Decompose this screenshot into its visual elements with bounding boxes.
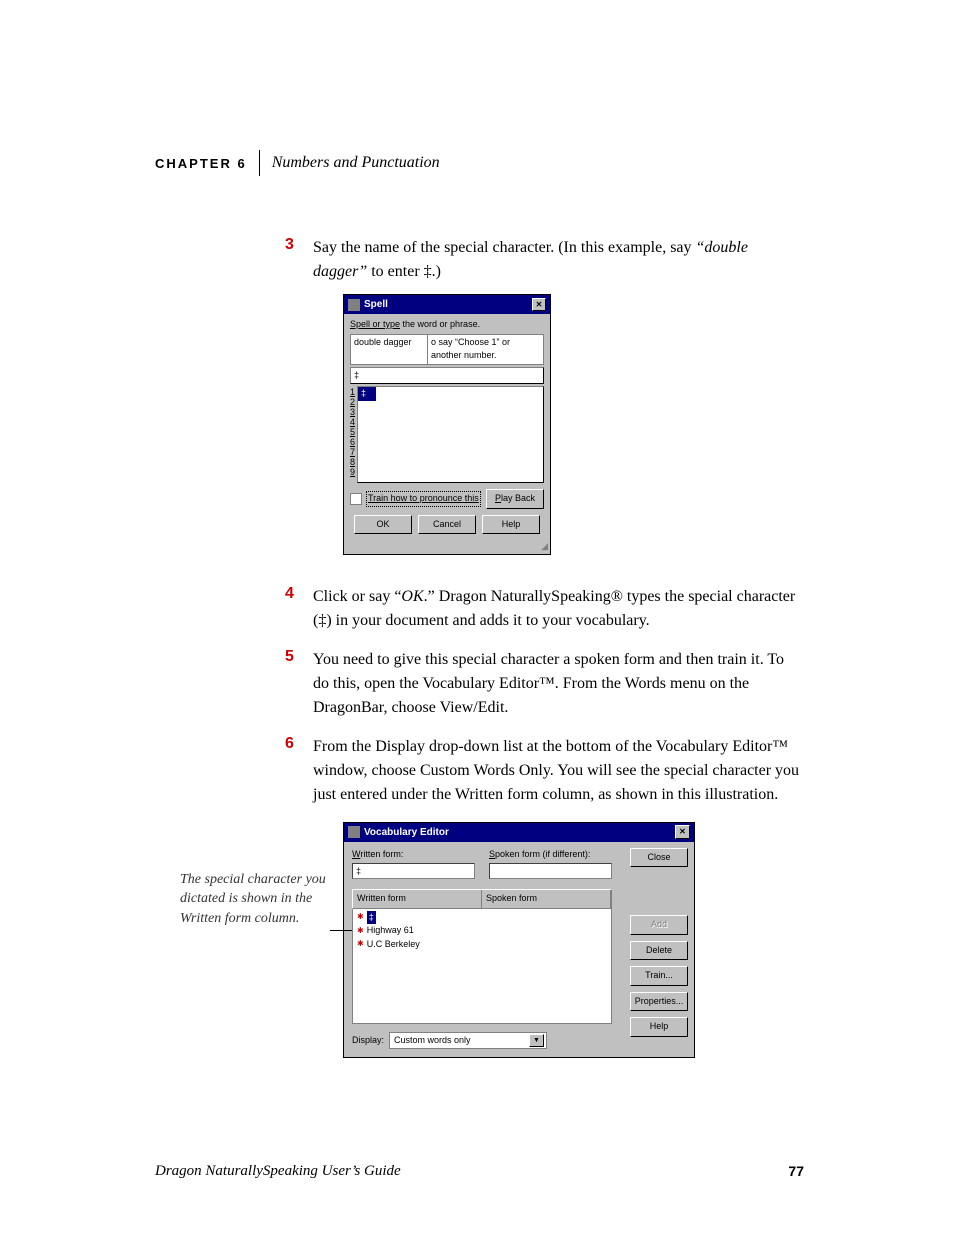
col-spoken[interactable]: Spoken form [482, 890, 611, 908]
display-dropdown[interactable]: Custom words only ▼ [389, 1032, 547, 1050]
choice-item[interactable]: ‡ [358, 387, 376, 401]
item-icon: ✱ [357, 925, 364, 937]
step-text: Click or say “ [313, 588, 401, 605]
step-number: 5 [285, 648, 313, 720]
item-icon: ✱ [357, 911, 364, 923]
choice-list[interactable]: ‡ [357, 386, 544, 483]
word-list[interactable]: ✱‡ ✱Highway 61 ✱U.C Berkeley [352, 909, 612, 1024]
step-text-em: OK [401, 588, 423, 605]
written-form-label: Written form: [352, 848, 475, 862]
step-text: to enter ‡.) [367, 263, 441, 280]
footer-title: Dragon NaturallySpeaking User’s Guide [155, 1163, 401, 1180]
vocab-illustration: The special character you dictated is sh… [285, 822, 804, 1059]
add-button: Add [630, 915, 688, 935]
train-button[interactable]: Train... [630, 966, 688, 986]
choice-numbers: 1 2 3 4 5 6 7 8 9 [350, 386, 357, 483]
vocab-title: Vocabulary Editor [364, 825, 675, 840]
doc-icon [348, 826, 360, 838]
written-form-input[interactable]: ‡ [352, 863, 475, 879]
vocab-caption: The special character you dictated is sh… [180, 870, 330, 929]
spell-title: Spell [364, 297, 532, 312]
resize-grip-icon[interactable]: ◢ [344, 540, 550, 554]
item-icon: ✱ [357, 938, 364, 950]
spell-input-left[interactable]: double dagger [350, 334, 427, 365]
chapter-title: Numbers and Punctuation [272, 154, 440, 172]
step-text: From the Display drop-down list at the b… [313, 735, 804, 807]
step-text: You need to give this special character … [313, 648, 804, 720]
step-6: 6 From the Display drop-down list at the… [285, 735, 804, 807]
vocab-dialog: Vocabulary Editor ✕ Written form: ‡ Spok… [343, 822, 695, 1059]
spell-result: ‡ [350, 367, 544, 385]
step-number: 4 [285, 585, 313, 633]
spell-dialog: Spell ✕ Spell or type the word or phrase… [343, 294, 551, 555]
properties-button[interactable]: Properties... [630, 992, 688, 1012]
header-divider [259, 150, 260, 176]
page-number: 77 [788, 1163, 804, 1180]
step-4: 4 Click or say “OK.” Dragon NaturallySpe… [285, 585, 804, 633]
delete-button[interactable]: Delete [630, 941, 688, 961]
close-icon[interactable]: ✕ [532, 298, 546, 311]
close-icon[interactable]: ✕ [675, 825, 690, 839]
list-item[interactable]: ✱‡ [353, 911, 611, 925]
play-back-button[interactable]: Play Back [486, 489, 544, 509]
display-label: Display: [352, 1034, 384, 1048]
vocab-titlebar: Vocabulary Editor ✕ [344, 823, 694, 842]
spell-input[interactable]: double dagger o say “Choose 1” or anothe… [350, 334, 544, 365]
chevron-down-icon[interactable]: ▼ [529, 1034, 544, 1048]
step-number: 6 [285, 735, 313, 807]
close-button[interactable]: Close [630, 848, 688, 868]
spoken-form-label: Spoken form (if different): [489, 848, 612, 862]
page-footer: Dragon NaturallySpeaking User’s Guide 77 [155, 1163, 804, 1180]
mic-icon [348, 299, 360, 311]
list-header: Written form Spoken form [352, 889, 612, 909]
col-written[interactable]: Written form [353, 890, 482, 908]
train-checkbox[interactable] [350, 493, 362, 505]
step-3: 3 Say the name of the special character.… [285, 236, 804, 570]
step-5: 5 You need to give this special characte… [285, 648, 804, 720]
spell-input-right[interactable]: o say “Choose 1” or another number. [427, 334, 544, 365]
help-button[interactable]: Help [482, 515, 540, 535]
ok-button[interactable]: OK [354, 515, 412, 535]
help-button[interactable]: Help [630, 1017, 688, 1037]
train-link[interactable]: Train how to pronounce this [366, 491, 481, 507]
cancel-button[interactable]: Cancel [418, 515, 476, 535]
spoken-form-input[interactable] [489, 863, 612, 879]
step-text: Say the name of the special character. (… [313, 239, 696, 256]
list-item[interactable]: ✱Highway 61 [353, 924, 611, 938]
list-item[interactable]: ✱U.C Berkeley [353, 938, 611, 952]
spell-label: Spell or type the word or phrase. [350, 318, 544, 332]
display-value: Custom words only [394, 1034, 471, 1048]
step-number: 3 [285, 236, 313, 570]
spell-titlebar: Spell ✕ [344, 295, 550, 314]
chapter-label: CHAPTER 6 [155, 156, 247, 171]
page-header: CHAPTER 6 Numbers and Punctuation [155, 150, 804, 176]
